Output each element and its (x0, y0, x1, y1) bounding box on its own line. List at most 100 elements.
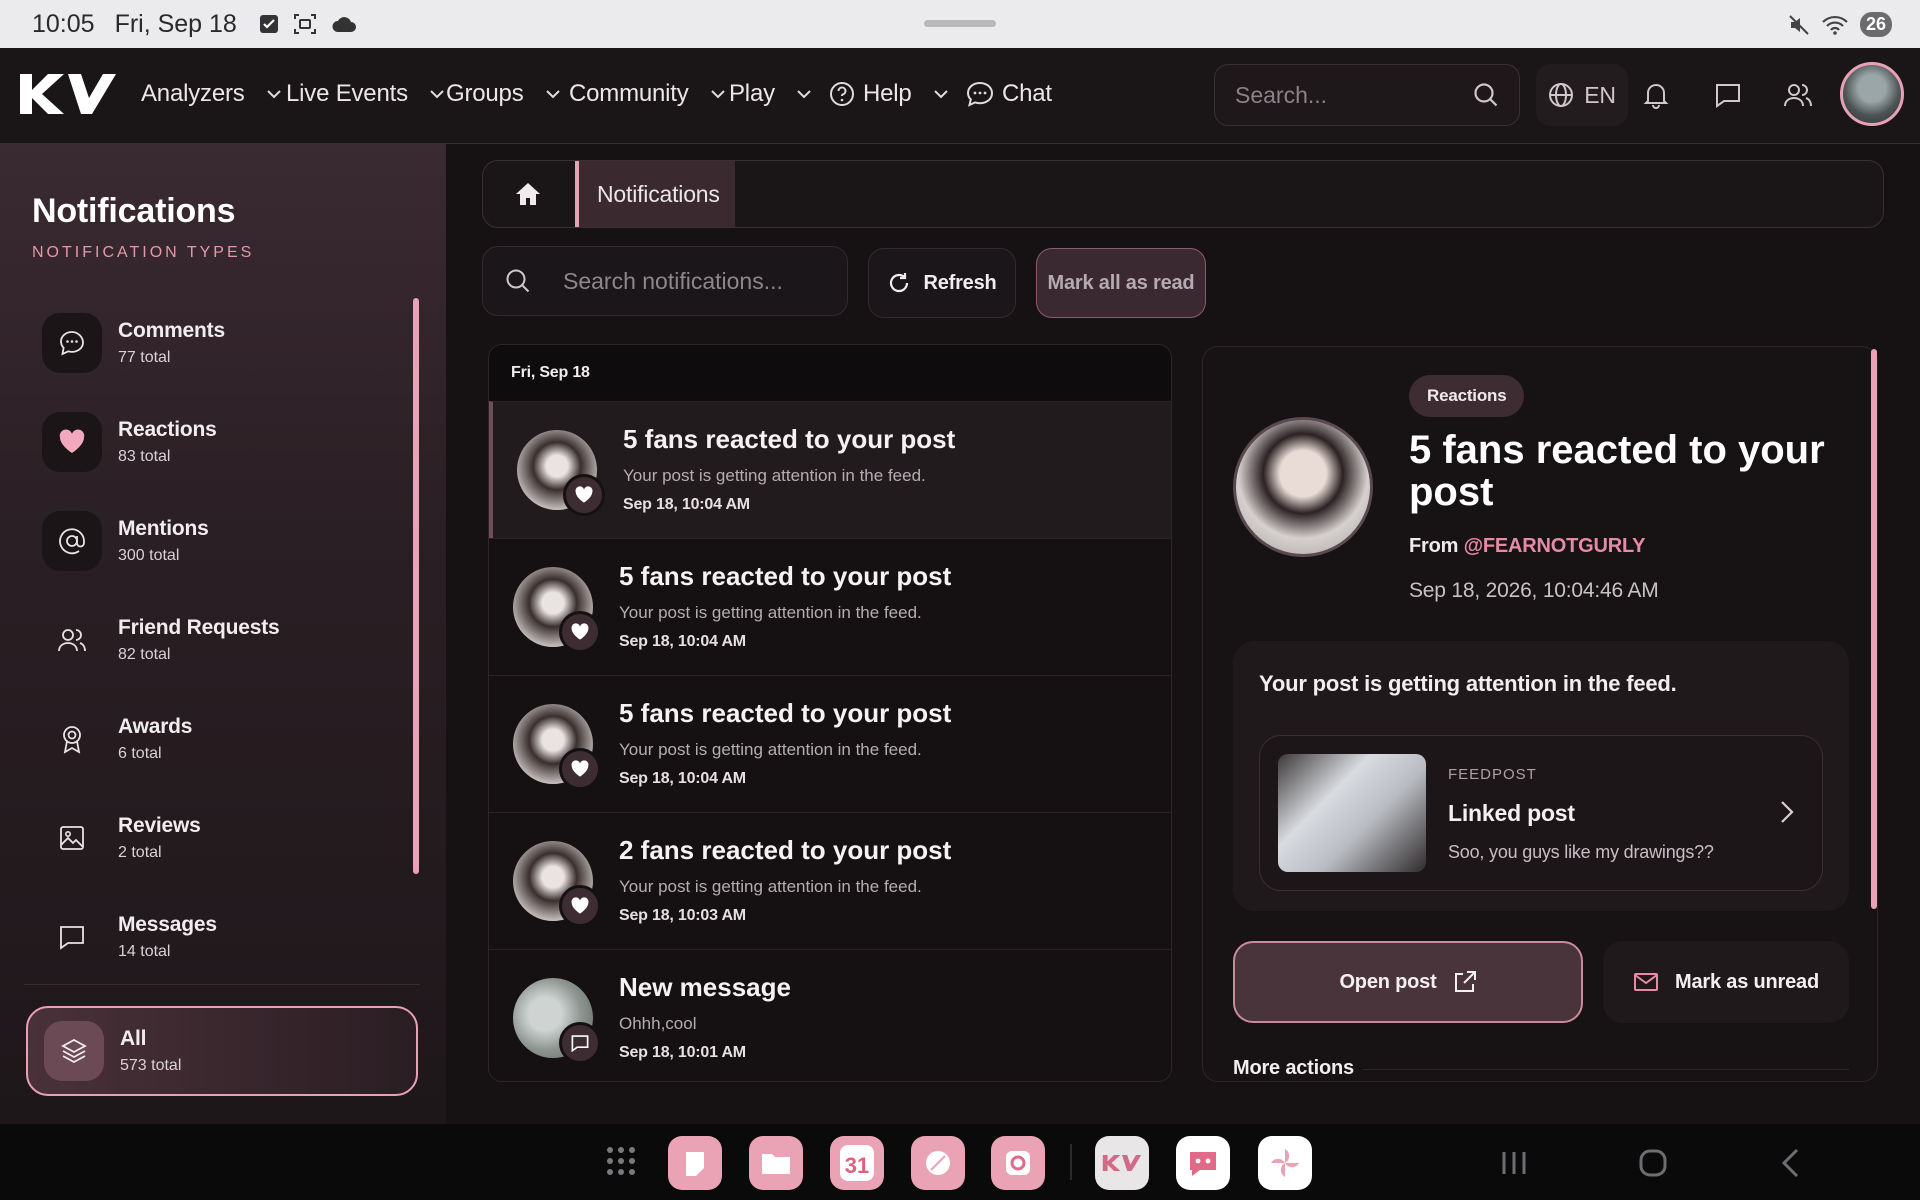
language-button[interactable]: EN (1536, 64, 1628, 126)
globe-icon (1549, 83, 1574, 107)
notification-title: 5 fans reacted to your post (619, 698, 952, 728)
search-icon (506, 269, 530, 293)
notification-time: Sep 18, 10:04 AM (619, 633, 746, 650)
recents-icon[interactable] (1500, 1150, 1528, 1176)
calendar-app-icon[interactable]: 31 (830, 1136, 884, 1190)
heart-icon (559, 885, 601, 927)
sidebar-item-count: 573 total (120, 1057, 182, 1074)
sidebar-item-reactions[interactable]: Reactions 83 total (42, 407, 402, 477)
linked-post-card[interactable]: FEEDPOST Linked post Soo, you guys like … (1259, 735, 1823, 891)
notification-row[interactable]: 2 fans reacted to your post Your post is… (489, 812, 1171, 949)
chevron-down-icon (797, 89, 811, 98)
notification-time: Sep 18, 10:03 AM (619, 907, 746, 924)
sidebar-item-count: 14 total (118, 943, 171, 960)
feather-app-icon[interactable] (911, 1136, 965, 1190)
global-search[interactable] (1214, 64, 1520, 126)
notification-row[interactable]: New message Ohhh,cool Sep 18, 10:01 AM (489, 949, 1171, 1081)
files-app-icon[interactable] (749, 1136, 803, 1190)
brand-logo[interactable] (18, 72, 118, 116)
battery-level: 26 (1859, 12, 1892, 37)
camera-app-icon[interactable] (991, 1136, 1045, 1190)
notification-search-input[interactable] (563, 267, 843, 295)
sidebar-item-label: Comments (118, 319, 225, 342)
sidebar-item-all[interactable]: All 573 total (26, 1006, 418, 1096)
sidebar-item-friend-requests[interactable]: Friend Requests 82 total (42, 605, 402, 675)
checkbox-icon (259, 14, 279, 34)
sidebar-item-count: 82 total (118, 646, 171, 663)
linked-post-subtitle: Soo, you guys like my drawings?? (1448, 842, 1714, 862)
notes-app-icon[interactable] (668, 1136, 722, 1190)
external-link-icon (1454, 971, 1476, 992)
notification-desc: Your post is getting attention in the fe… (623, 466, 926, 485)
kv-app-icon[interactable] (1095, 1136, 1149, 1190)
notification-search[interactable] (482, 246, 848, 316)
refresh-icon (890, 273, 909, 293)
sidebar-item-label: Friend Requests (118, 616, 280, 639)
nav-community[interactable]: Community (569, 80, 725, 108)
nav-play[interactable]: Play (729, 80, 811, 108)
user-avatar[interactable] (1840, 62, 1904, 126)
open-post-button[interactable]: Open post (1233, 941, 1583, 1023)
notification-title: New message (619, 972, 791, 1002)
messages-button[interactable] (1698, 64, 1758, 126)
sidebar-subtitle: NOTIFICATION TYPES (32, 244, 255, 261)
chevron-right-icon (1780, 800, 1794, 824)
notification-row[interactable]: 5 fans reacted to your post Your post is… (489, 675, 1171, 812)
message-square-icon (1716, 84, 1740, 108)
sidebar-item-mentions[interactable]: Mentions 300 total (42, 506, 402, 576)
mark-unread-button[interactable]: Mark as unread (1603, 941, 1849, 1023)
sidebar-title: Notifications (32, 192, 236, 230)
nav-groups[interactable]: Groups (446, 80, 560, 108)
sidebar-scrollbar[interactable] (413, 298, 419, 874)
sidebar-item-awards[interactable]: Awards 6 total (42, 704, 402, 774)
layers-icon (44, 1021, 104, 1081)
notification-detail: Reactions 5 fans reacted to your post Fr… (1202, 346, 1878, 1082)
dock-divider (1070, 1144, 1072, 1180)
notification-row[interactable]: 5 fans reacted to your post Your post is… (489, 538, 1171, 675)
help-icon (830, 82, 854, 106)
notification-time: Sep 18, 10:01 AM (619, 1044, 746, 1061)
notification-row[interactable]: 5 fans reacted to your post Your post is… (489, 401, 1171, 538)
mail-icon (1634, 973, 1659, 991)
nav-help[interactable]: Help (829, 80, 948, 108)
detail-scrollbar[interactable] (1871, 349, 1877, 909)
sidebar-item-label: Reactions (118, 418, 217, 441)
sidebar-item-messages[interactable]: Messages 14 total (42, 902, 402, 972)
sidebar-item-count: 83 total (118, 448, 171, 465)
sidebar-item-reviews[interactable]: Reviews 2 total (42, 803, 402, 873)
refresh-button[interactable]: Refresh (868, 248, 1016, 318)
home-button-icon[interactable] (1638, 1148, 1668, 1178)
sender-handle-link[interactable]: @FEARNOTGURLY (1464, 535, 1646, 557)
nav-chat[interactable]: Chat (966, 80, 1052, 108)
nav-live-events[interactable]: Live Events (286, 80, 444, 108)
pinwheel-app-icon[interactable] (1258, 1136, 1312, 1190)
sidebar-item-count: 6 total (118, 745, 162, 762)
drag-handle[interactable] (924, 20, 996, 27)
heart-icon (42, 412, 102, 472)
at-icon (42, 511, 102, 571)
linked-post-kind: FEEDPOST (1448, 766, 1537, 783)
back-icon[interactable] (1780, 1148, 1800, 1178)
friends-button[interactable] (1768, 64, 1828, 126)
notifications-button[interactable] (1626, 64, 1686, 126)
notification-time: Sep 18, 10:04 AM (619, 770, 746, 787)
mark-all-read-button[interactable]: Mark all as read (1036, 248, 1206, 318)
chevron-down-icon (266, 89, 281, 98)
message-icon (559, 1022, 601, 1064)
sidebar-item-comments[interactable]: Comments 77 total (42, 308, 402, 378)
chat-app-icon[interactable] (1176, 1136, 1230, 1190)
global-search-input[interactable] (1235, 81, 1455, 109)
list-date-header: Fri, Sep 18 (489, 345, 1171, 401)
app-drawer-icon[interactable] (606, 1146, 636, 1176)
bell-icon (1643, 84, 1669, 109)
users-icon (1784, 84, 1812, 107)
sidebar-item-label: Messages (118, 913, 217, 936)
chevron-down-icon (710, 89, 725, 98)
sidebar-item-label: Awards (118, 715, 193, 738)
breadcrumb: Notifications (482, 160, 1884, 228)
wifi-icon (1822, 15, 1848, 35)
breadcrumb-home[interactable] (483, 161, 573, 227)
nav-analyzers[interactable]: Analyzers (141, 80, 281, 108)
heart-icon (559, 611, 601, 653)
detail-sender-avatar[interactable] (1233, 417, 1373, 557)
